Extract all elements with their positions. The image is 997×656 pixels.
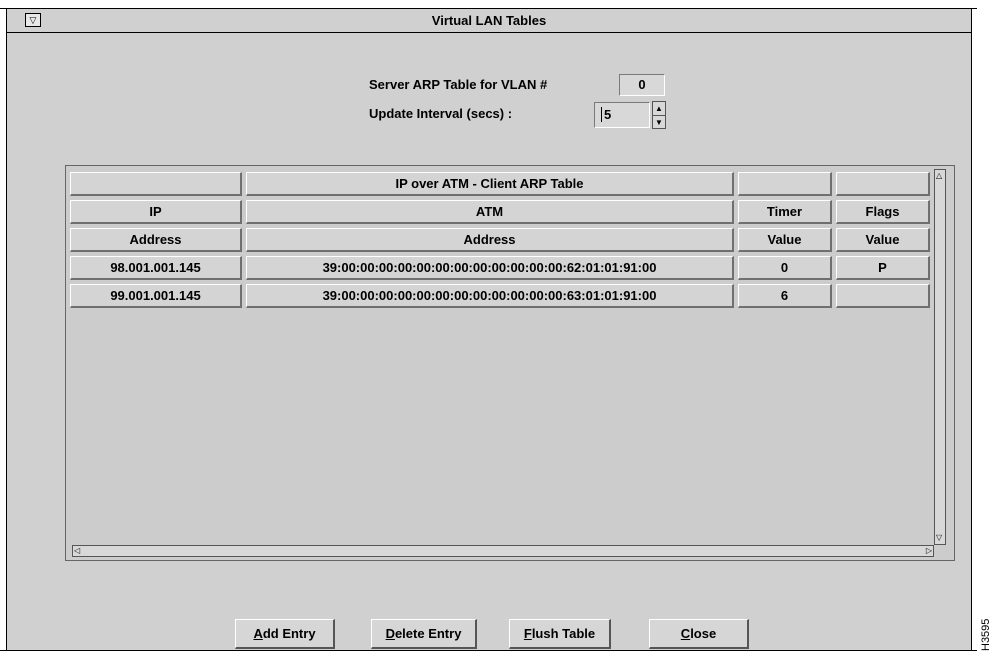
figure-code: H3595 — [978, 605, 994, 651]
column-header-timer: Timer — [738, 200, 832, 224]
delete-entry-button[interactable]: Delete Entry — [371, 619, 477, 649]
column-header-flags: Flags — [836, 200, 930, 224]
table-row-2-flags[interactable] — [836, 284, 930, 308]
column-subheader-atm: Address — [246, 228, 734, 252]
table-row-2-timer[interactable]: 6 — [738, 284, 832, 308]
close-label: lose — [690, 626, 717, 641]
table-title-blank-flags — [836, 172, 930, 196]
close-button[interactable]: Close — [649, 619, 749, 649]
table-row-2-ip[interactable]: 99.001.001.145 — [70, 284, 242, 308]
add-entry-label: dd Entry — [262, 626, 316, 641]
table-row-1-flags[interactable]: P — [836, 256, 930, 280]
frame-corner-tick — [0, 650, 6, 651]
column-subheader-timer: Value — [738, 228, 832, 252]
window-title: Virtual LAN Tables — [431, 13, 547, 28]
frame-corner-tick — [972, 650, 977, 651]
vlan-number-value: 0 — [638, 77, 646, 92]
title-bar: ▽ Virtual LAN Tables — [7, 9, 971, 33]
table-row-1-atm[interactable]: 39:00:00:00:00:00:00:00:00:00:00:00:00:6… — [246, 256, 734, 280]
update-interval-spinner[interactable]: ▲ ▼ — [652, 101, 666, 129]
scroll-up-icon[interactable]: △ — [936, 171, 942, 181]
scroll-down-icon[interactable]: ▽ — [936, 533, 942, 543]
delete-entry-label: elete Entry — [394, 626, 462, 641]
table-row-1-timer[interactable]: 0 — [738, 256, 832, 280]
frame-corner-tick — [0, 8, 6, 9]
update-interval-value: 5 — [601, 107, 612, 122]
scroll-left-icon[interactable]: ◁ — [74, 546, 80, 556]
spin-down-icon[interactable]: ▼ — [653, 115, 665, 129]
frame-corner-tick — [972, 8, 977, 9]
table-row-1-ip[interactable]: 98.001.001.145 — [70, 256, 242, 280]
add-entry-button[interactable]: Add Entry — [235, 619, 335, 649]
flush-table-label: lush Table — [531, 626, 596, 641]
flush-table-button[interactable]: Flush Table — [509, 619, 611, 649]
scroll-right-icon[interactable]: ▷ — [926, 546, 932, 556]
table-title-blank-timer — [738, 172, 832, 196]
add-entry-mnemonic: A — [253, 626, 263, 641]
column-header-ip: IP — [70, 200, 242, 224]
table-title: IP over ATM - Client ARP Table — [246, 172, 734, 196]
close-mnemonic: C — [680, 626, 691, 641]
table-title-blank-ip — [70, 172, 242, 196]
update-interval-label: Update Interval (secs) : — [369, 106, 513, 121]
delete-entry-mnemonic: D — [385, 626, 395, 641]
client-arp-table: IP over ATM - Client ARP Table IP ATM Ti… — [65, 165, 955, 561]
window-frame: ▽ Virtual LAN Tables Server ARP Table fo… — [6, 8, 972, 651]
triangle-down-icon[interactable]: ▽ — [25, 13, 41, 27]
column-header-atm: ATM — [246, 200, 734, 224]
figure-code-text: H3595 — [980, 618, 992, 651]
column-subheader-flags: Value — [836, 228, 930, 252]
vertical-scrollbar[interactable]: △ ▽ — [934, 169, 946, 545]
spin-up-icon[interactable]: ▲ — [653, 102, 665, 115]
vlan-label: Server ARP Table for VLAN # — [369, 77, 548, 92]
flush-table-mnemonic: F — [523, 626, 532, 641]
update-interval-input[interactable]: 5 — [594, 102, 650, 128]
vlan-number-field: 0 — [619, 74, 665, 96]
column-subheader-ip: Address — [70, 228, 242, 252]
horizontal-scrollbar[interactable]: ◁ ▷ — [72, 545, 934, 557]
table-row-2-atm[interactable]: 39:00:00:00:00:00:00:00:00:00:00:00:00:6… — [246, 284, 734, 308]
